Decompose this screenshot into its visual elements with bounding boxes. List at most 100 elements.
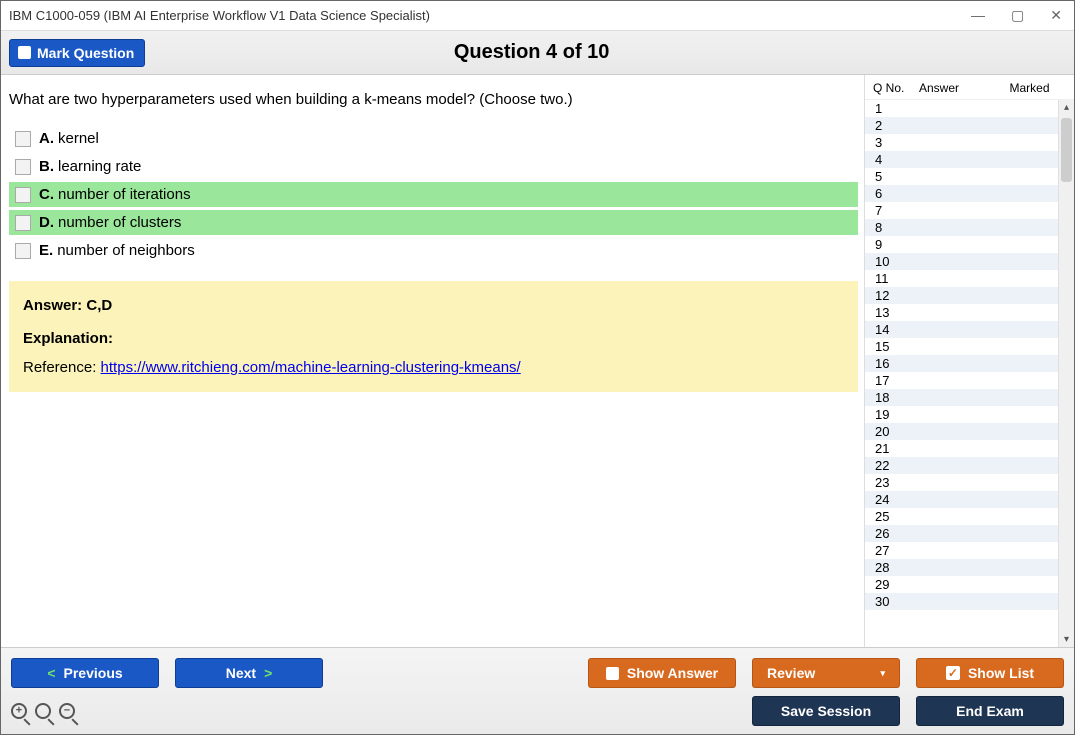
zoom-in-icon[interactable]: + (11, 703, 27, 719)
show-list-button[interactable]: ✓ Show List (916, 658, 1064, 688)
answer-checkbox[interactable] (15, 187, 31, 203)
question-list-row[interactable]: 11 (865, 270, 1058, 287)
zoom-controls: + − (11, 703, 75, 719)
window-controls: — ▢ ✕ (967, 5, 1066, 26)
footer-row-1: < Previous Next > Show Answer Review ▾ ✓… (11, 658, 1064, 688)
scroll-up-icon[interactable]: ▴ (1059, 100, 1074, 115)
close-icon[interactable]: ✕ (1046, 5, 1066, 26)
question-list-row[interactable]: 24 (865, 491, 1058, 508)
reference-link[interactable]: https://www.ritchieng.com/machine-learni… (101, 359, 521, 376)
answer-row[interactable]: D.number of clusters (9, 210, 858, 235)
question-list-row[interactable]: 25 (865, 508, 1058, 525)
answer-row[interactable]: C.number of iterations (9, 182, 858, 207)
question-list-row[interactable]: 22 (865, 457, 1058, 474)
minimize-icon[interactable]: — (967, 5, 989, 26)
mark-question-label: Mark Question (37, 45, 134, 61)
answer-value: C,D (86, 297, 112, 314)
answer-letter: A. (39, 130, 54, 147)
footer-row-2: + − Save Session End Exam (11, 696, 1064, 726)
question-list-row[interactable]: 19 (865, 406, 1058, 423)
question-list-row[interactable]: 8 (865, 219, 1058, 236)
show-answer-button[interactable]: Show Answer (588, 658, 736, 688)
next-label: Next (226, 665, 256, 681)
window-title: IBM C1000-059 (IBM AI Enterprise Workflo… (9, 8, 430, 23)
answer-checkbox[interactable] (15, 159, 31, 175)
question-list-row[interactable]: 10 (865, 253, 1058, 270)
header-bar: Mark Question Question 4 of 10 (1, 31, 1074, 75)
scrollbar[interactable]: ▴ ▾ (1058, 100, 1074, 647)
answer-text: kernel (58, 130, 99, 147)
question-list-row[interactable]: 12 (865, 287, 1058, 304)
answer-checkbox[interactable] (15, 215, 31, 231)
checkbox-icon (18, 46, 31, 59)
question-list-row[interactable]: 28 (865, 559, 1058, 576)
review-label: Review (767, 665, 815, 681)
zoom-reset-icon[interactable] (35, 703, 51, 719)
explanation-panel: Answer: C,D Explanation: Reference: http… (9, 281, 858, 392)
answer-text: learning rate (58, 158, 141, 175)
footer: < Previous Next > Show Answer Review ▾ ✓… (1, 647, 1074, 734)
end-exam-label: End Exam (956, 703, 1024, 719)
reference-line: Reference: https://www.ritchieng.com/mac… (23, 359, 844, 376)
col-marked: Marked (989, 81, 1070, 95)
answer-row[interactable]: E.number of neighbors (9, 238, 858, 263)
end-exam-button[interactable]: End Exam (916, 696, 1064, 726)
question-list-row[interactable]: 7 (865, 202, 1058, 219)
question-list-row[interactable]: 27 (865, 542, 1058, 559)
answer-letter: D. (39, 214, 54, 231)
scroll-down-icon[interactable]: ▾ (1059, 632, 1074, 647)
question-list-row[interactable]: 16 (865, 355, 1058, 372)
answer-row[interactable]: A.kernel (9, 126, 858, 151)
app-window: IBM C1000-059 (IBM AI Enterprise Workflo… (0, 0, 1075, 735)
question-list-row[interactable]: 21 (865, 440, 1058, 457)
checkbox-icon (606, 667, 619, 680)
explanation-label: Explanation: (23, 330, 844, 347)
question-list-row[interactable]: 5 (865, 168, 1058, 185)
zoom-out-icon[interactable]: − (59, 703, 75, 719)
answer-text: number of iterations (58, 186, 191, 203)
reference-label: Reference: (23, 359, 96, 376)
answers-list: A.kernel B.learning rate C.number of itera… (9, 126, 858, 263)
maximize-icon[interactable]: ▢ (1007, 5, 1028, 26)
previous-label: Previous (64, 665, 123, 681)
question-list-row[interactable]: 20 (865, 423, 1058, 440)
question-list-row[interactable]: 18 (865, 389, 1058, 406)
mark-question-button[interactable]: Mark Question (9, 39, 145, 67)
answer-row[interactable]: B.learning rate (9, 154, 858, 179)
answer-checkbox[interactable] (15, 131, 31, 147)
question-list-row[interactable]: 13 (865, 304, 1058, 321)
answer-text: number of neighbors (57, 242, 195, 259)
show-list-label: Show List (968, 665, 1034, 681)
question-counter: Question 4 of 10 (145, 41, 918, 64)
question-list-row[interactable]: 14 (865, 321, 1058, 338)
question-list-row[interactable]: 15 (865, 338, 1058, 355)
scroll-thumb[interactable] (1061, 118, 1072, 182)
checkmark-icon: ✓ (946, 666, 960, 680)
answer-letter: C. (39, 186, 54, 203)
answer-checkbox[interactable] (15, 243, 31, 259)
question-list-header: Q No. Answer Marked (865, 75, 1074, 100)
question-list-row[interactable]: 30 (865, 593, 1058, 610)
question-list: 1234567891011121314151617181920212223242… (865, 100, 1058, 647)
previous-button[interactable]: < Previous (11, 658, 159, 688)
question-list-row[interactable]: 9 (865, 236, 1058, 253)
question-list-row[interactable]: 26 (865, 525, 1058, 542)
save-session-button[interactable]: Save Session (752, 696, 900, 726)
body: What are two hyperparameters used when b… (1, 75, 1074, 647)
save-session-label: Save Session (781, 703, 871, 719)
question-pane: What are two hyperparameters used when b… (1, 75, 864, 647)
titlebar: IBM C1000-059 (IBM AI Enterprise Workflo… (1, 1, 1074, 31)
question-list-row[interactable]: 2 (865, 117, 1058, 134)
next-button[interactable]: Next > (175, 658, 323, 688)
question-list-row[interactable]: 23 (865, 474, 1058, 491)
question-list-row[interactable]: 3 (865, 134, 1058, 151)
question-list-row[interactable]: 17 (865, 372, 1058, 389)
question-list-row[interactable]: 29 (865, 576, 1058, 593)
show-answer-label: Show Answer (627, 665, 718, 681)
review-dropdown[interactable]: Review ▾ (752, 658, 900, 688)
question-list-row[interactable]: 1 (865, 100, 1058, 117)
chevron-left-icon: < (47, 665, 55, 681)
question-list-row[interactable]: 6 (865, 185, 1058, 202)
answer-label: Answer: (23, 297, 82, 314)
question-list-row[interactable]: 4 (865, 151, 1058, 168)
